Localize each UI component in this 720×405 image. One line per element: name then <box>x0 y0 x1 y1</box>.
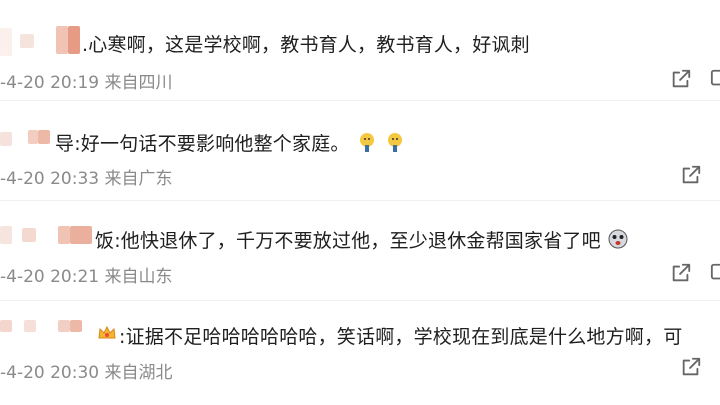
comment-meta: -4-20 20:21 来自山东 <box>0 267 173 287</box>
username-blur <box>38 130 50 144</box>
share-icon[interactable] <box>680 356 702 378</box>
username-blur <box>20 34 34 48</box>
surprised-emoji <box>607 228 629 255</box>
comment-meta: -4-20 20:33 来自广东 <box>0 169 173 189</box>
thinking-emoji <box>384 131 406 158</box>
crown-badge-icon <box>96 322 118 348</box>
comment-meta: -4-20 20:19 来自四川 <box>0 73 173 93</box>
comment-meta: -4-20 20:30 来自湖北 <box>0 363 173 383</box>
username-blur <box>0 132 12 146</box>
comment-item: :证据不足哈哈哈哈哈哈，笑话啊，学校现在到底是什么地方啊，可 -4-20 20:… <box>0 300 720 405</box>
comment-text: 饭:他快退休了，千万不要放过他，至少退休金帮国家省了吧 <box>95 226 629 255</box>
username-blur <box>58 226 70 244</box>
username-blur <box>70 320 82 332</box>
comment-item: 饭:他快退休了，千万不要放过他，至少退休金帮国家省了吧 -4-20 20:21 … <box>0 200 720 300</box>
username-blur <box>28 130 38 144</box>
username-blur <box>68 26 80 54</box>
username-blur <box>58 320 70 332</box>
comment-icon[interactable] <box>710 262 720 284</box>
comment-text: :证据不足哈哈哈哈哈哈，笑话啊，学校现在到底是什么地方啊，可 <box>119 326 683 348</box>
username-blur <box>24 320 36 332</box>
username-blur <box>22 228 36 242</box>
share-icon[interactable] <box>670 68 692 90</box>
username-blur <box>0 226 12 244</box>
share-icon[interactable] <box>670 262 692 284</box>
comment-text-body: 导:好一句话不要影响他整个家庭。 <box>55 133 350 155</box>
comment-icon[interactable] <box>710 68 720 90</box>
comment-item: 导:好一句话不要影响他整个家庭。 -4-20 20:33 来自广东 <box>0 100 720 200</box>
username-blur <box>0 28 12 56</box>
comment-text: 导:好一句话不要影响他整个家庭。 <box>55 129 406 158</box>
thinking-emoji <box>356 131 378 158</box>
username-blur <box>56 26 68 54</box>
comment-text: .心寒啊，这是学校啊，教书育人，教书育人，好讽刺 <box>82 34 530 56</box>
share-icon[interactable] <box>680 164 702 186</box>
username-blur <box>0 320 12 332</box>
username-blur <box>70 226 92 244</box>
comment-text-body: 饭:他快退休了，千万不要放过他，至少退休金帮国家省了吧 <box>95 230 601 252</box>
comment-item: .心寒啊，这是学校啊，教书育人，教书育人，好讽刺 -4-20 20:19 来自四… <box>0 0 720 100</box>
